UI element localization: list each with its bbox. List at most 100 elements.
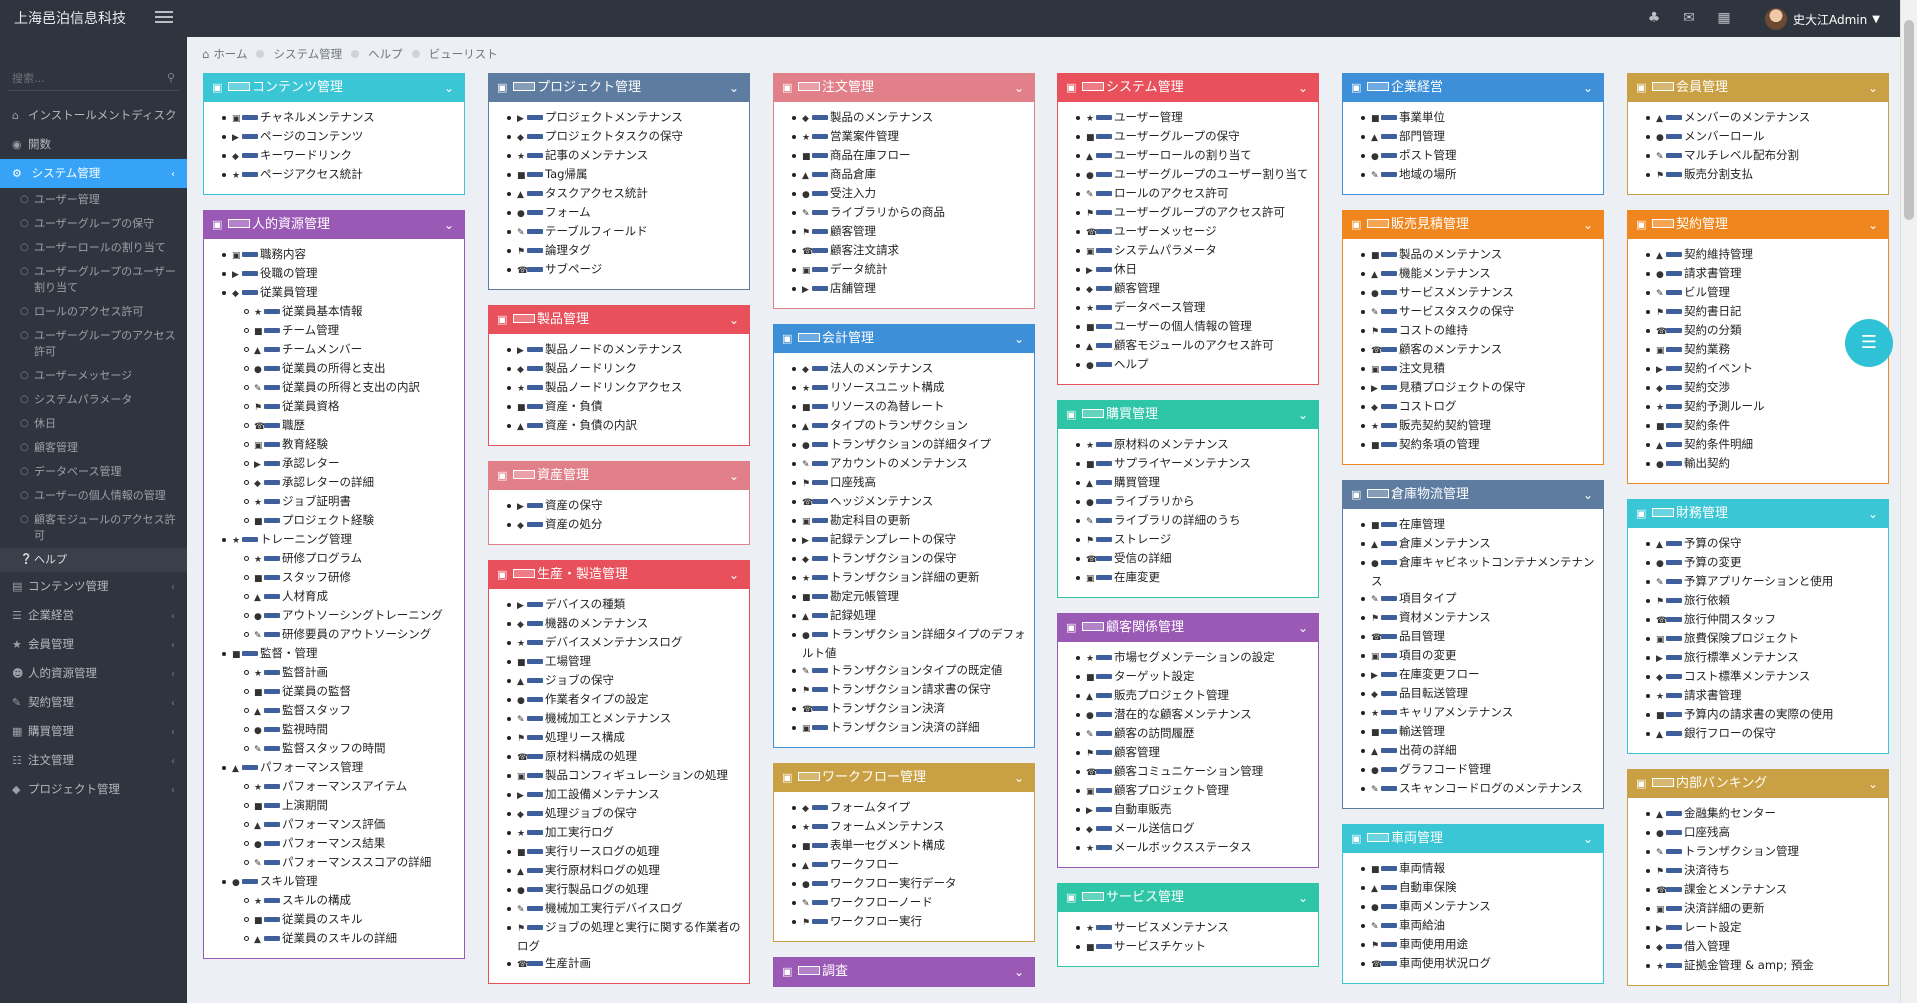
menu-link[interactable]: 車両使用状況ログ (1399, 956, 1491, 970)
menu-link[interactable]: 請求書管理 (1684, 688, 1742, 702)
menu-link[interactable]: ヘッジメンテナンス (830, 494, 933, 508)
menu-link[interactable]: 市場セグメンテーションの設定 (1114, 650, 1275, 664)
menu-link[interactable]: フォームメンテナンス (830, 819, 944, 833)
menu-link[interactable]: 契約条項の管理 (1399, 437, 1480, 451)
menu-link[interactable]: 車両メンテナンス (1399, 899, 1491, 913)
menu-link[interactable]: 決済待ち (1684, 863, 1730, 877)
menu-link[interactable]: 機能メンテナンス (1399, 266, 1491, 280)
menu-link[interactable]: 顧客モジュールのアクセス許可 (1114, 338, 1274, 352)
menu-link[interactable]: 旅行仲間スタッフ (1684, 612, 1776, 626)
menu-link[interactable]: 従業員資格 (282, 399, 340, 413)
menu-link[interactable]: チームメンバー (282, 342, 362, 356)
menu-link[interactable]: トランザクション詳細タイプのデフォルト値 (802, 627, 1026, 660)
panel-header[interactable]: ▣ 製品管理 ⌄ (489, 306, 749, 334)
chevron-down-icon[interactable]: ⌄ (1583, 74, 1593, 102)
menu-link[interactable]: 契約書日記 (1684, 304, 1742, 318)
menu-link[interactable]: スタッフ研修 (282, 570, 351, 584)
menu-link[interactable]: 事業単位 (1399, 110, 1445, 124)
sidebar-item-system[interactable]: ⚙ システム管理 ‹ (0, 159, 187, 188)
menu-link[interactable]: コストログ (1399, 399, 1457, 413)
chevron-down-icon[interactable]: ⌄ (1014, 958, 1024, 986)
menu-link[interactable]: 法人のメンテナンス (830, 361, 933, 375)
menu-link[interactable]: パフォーマンスアイテム (282, 779, 407, 793)
menu-link[interactable]: 項目タイプ (1399, 591, 1457, 605)
menu-link[interactable]: 輸出契約 (1684, 456, 1730, 470)
menu-link[interactable]: フォームタイプ (830, 800, 910, 814)
chevron-down-icon[interactable]: ⌄ (1868, 74, 1878, 102)
menu-link[interactable]: 研修プログラム (282, 551, 362, 565)
menu-link[interactable]: 口座残高 (1684, 825, 1730, 839)
menu-link[interactable]: 論理タグ (545, 243, 591, 257)
menu-link[interactable]: 従業員の所得と支出 (282, 361, 386, 375)
menu-link[interactable]: ワークフロー (830, 857, 899, 871)
sidebar-subitem[interactable]: ○ ユーザーグループのユーザー割り当て (0, 260, 187, 300)
panel-header[interactable]: ▣ 倉庫物流管理 ⌄ (1343, 481, 1603, 509)
panel-header[interactable]: ▣ システム管理 ⌄ (1058, 74, 1318, 102)
panel-header[interactable]: ▣ 会計管理 ⌄ (774, 325, 1034, 353)
menu-link[interactable]: テーブルフィールド (545, 224, 648, 238)
chevron-down-icon[interactable]: ⌄ (729, 306, 739, 334)
menu-link[interactable]: 資材メンテナンス (1399, 610, 1491, 624)
menu-link[interactable]: デバイスの種類 (545, 597, 625, 611)
panel-header[interactable]: ▣ 購買管理 ⌄ (1058, 401, 1318, 429)
menu-link[interactable]: 製品コンフィギュレーションの処理 (545, 768, 728, 782)
menu-link[interactable]: ユーザーグループの保守 (1114, 129, 1240, 143)
menu-link[interactable]: 注文見積 (1399, 361, 1445, 375)
chevron-down-icon[interactable]: ⌄ (1014, 74, 1024, 102)
menu-link[interactable]: ワークフロー実行データ (830, 876, 957, 890)
menu-link[interactable]: キャリアメンテナンス (1399, 705, 1513, 719)
menu-link[interactable]: 記録処理 (830, 608, 876, 622)
menu-link[interactable]: コストの維持 (1399, 323, 1468, 337)
menu-link[interactable]: 原材料のメンテナンス (1114, 437, 1229, 451)
panel-header[interactable]: ▣ 人的資源管理 ⌄ (204, 211, 464, 239)
menu-link[interactable]: 借入管理 (1684, 939, 1730, 953)
menu-link[interactable]: 契約維持管理 (1684, 247, 1753, 261)
menu-link[interactable]: 従業員の所得と支出の内訳 (282, 380, 420, 394)
menu-link[interactable]: ライブラリの詳細のうち (1114, 513, 1241, 527)
menu-link[interactable]: リソースの為替レート (830, 399, 944, 413)
breadcrumb-item[interactable]: ホーム (213, 46, 247, 62)
menu-link[interactable]: ターゲット設定 (1114, 669, 1195, 683)
panel-header[interactable]: ▣ 企業経営 ⌄ (1343, 74, 1603, 102)
menu-link[interactable]: チーム管理 (282, 323, 339, 337)
menu-link[interactable]: パフォーマンス評価 (282, 817, 385, 831)
menu-link[interactable]: サプライヤーメンテナンス (1114, 456, 1251, 470)
menu-link[interactable]: 加工実行ログ (545, 825, 614, 839)
panel-header[interactable]: ▣ 顧客関係管理 ⌄ (1058, 614, 1318, 642)
menu-link[interactable]: 購買管理 (1114, 475, 1160, 489)
menu-link[interactable]: メールボックスステータス (1114, 840, 1252, 854)
chevron-down-icon[interactable]: ⌄ (1868, 770, 1878, 798)
menu-link[interactable]: 資産・負債 (545, 399, 603, 413)
menu-link[interactable]: トランザクション詳細の更新 (830, 570, 980, 584)
chevron-down-icon[interactable]: ⌄ (1583, 211, 1593, 239)
menu-link[interactable]: 決済詳細の更新 (1684, 901, 1765, 915)
menu-link[interactable]: パフォーマンス管理 (260, 760, 363, 774)
panel-header[interactable]: ▣ コンテンツ管理 ⌄ (204, 74, 464, 102)
sidebar-subitem[interactable]: ○ ユーザーグループのアクセス許可 (0, 324, 187, 364)
menu-link[interactable]: 金融集約センター (1684, 806, 1776, 820)
menu-link[interactable]: 資産・負債の内訳 (545, 418, 637, 432)
menu-link[interactable]: タスクアクセス統計 (545, 186, 648, 200)
menu-link[interactable]: 予算の保守 (1684, 536, 1742, 550)
sidebar-item[interactable]: ☷ 注文管理 ‹ (0, 746, 187, 775)
menu-link[interactable]: 請求書管理 (1684, 266, 1742, 280)
bell-icon[interactable]: ♣ (1645, 9, 1663, 27)
menu-link[interactable]: 従業員のスキル (282, 912, 363, 926)
menu-link[interactable]: 加工設備メンテナンス (545, 787, 660, 801)
menu-link[interactable]: ユーザーメッセージ (1114, 224, 1217, 238)
chevron-down-icon[interactable]: ⌄ (729, 74, 739, 102)
menu-link[interactable]: キーワードリンク (260, 148, 352, 162)
chevron-down-icon[interactable]: ⌄ (444, 211, 454, 239)
sidebar-item[interactable]: ⌂ インストールメントディスク ‹ (0, 101, 187, 130)
menu-link[interactable]: プロジェクトタスクの保守 (545, 129, 683, 143)
panel-header[interactable]: ▣ 会員管理 ⌄ (1628, 74, 1888, 102)
menu-link[interactable]: 車両使用用途 (1399, 937, 1468, 951)
menu-link[interactable]: 承認レターの詳細 (282, 475, 374, 489)
calendar-icon[interactable]: ▦ (1715, 9, 1733, 27)
menu-link[interactable]: プロジェクトメンテナンス (545, 110, 683, 124)
menu-link[interactable]: 休日 (1114, 262, 1137, 276)
menu-link[interactable]: 営業案件管理 (830, 129, 899, 143)
sidebar-item[interactable]: ◆ プロジェクト管理 ‹ (0, 775, 187, 804)
menu-link[interactable]: コスト標準メンテナンス (1684, 669, 1810, 683)
menu-link[interactable]: スキャンコードログのメンテナンス (1399, 781, 1583, 795)
